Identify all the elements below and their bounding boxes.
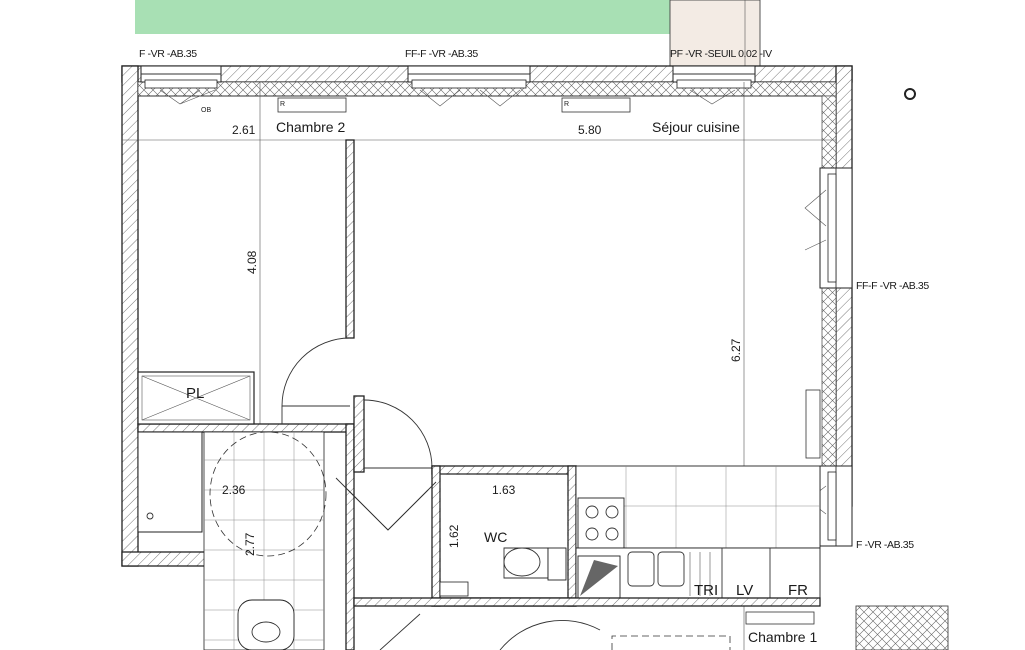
window-label-right-upper: FF-F -VR -AB.35 bbox=[856, 280, 929, 292]
dim-sejour-width: 5.80 bbox=[578, 123, 602, 137]
radiator-mark-ch2: R bbox=[280, 101, 285, 108]
dim-sejour-depth: 6.27 bbox=[729, 338, 743, 362]
partition-ch2 bbox=[345, 139, 355, 339]
partition-hall-top bbox=[353, 395, 365, 473]
floor-plan: Chambre 2 Séjour cuisine Chambre 1 WC PL… bbox=[121, 0, 949, 650]
appliance-tri: TRI bbox=[694, 582, 718, 599]
appliance-fr: FR bbox=[788, 582, 808, 599]
window-top-middle bbox=[407, 65, 531, 107]
bathroom bbox=[137, 431, 327, 650]
radiator-right bbox=[805, 389, 821, 459]
dim-ch2-width: 2.61 bbox=[232, 123, 256, 137]
dim-wc-width: 1.63 bbox=[492, 483, 516, 497]
partition-bottom bbox=[353, 597, 821, 607]
appliance-ob: OB bbox=[201, 107, 211, 114]
appliance-lv: LV bbox=[736, 582, 753, 599]
garden-area bbox=[135, 0, 670, 34]
door-entry bbox=[363, 399, 433, 469]
bed-outline bbox=[611, 635, 731, 650]
room-label-chambre2: Chambre 2 bbox=[276, 119, 345, 135]
room-label-placard: PL bbox=[186, 385, 204, 402]
window-right-upper bbox=[804, 167, 853, 289]
reference-circle-icon bbox=[904, 88, 916, 100]
door-chambre2 bbox=[281, 337, 351, 407]
door-chambre1 bbox=[499, 620, 601, 650]
window-label-right-lower: F -VR -AB.35 bbox=[856, 539, 914, 551]
partition-hall-vert bbox=[345, 423, 355, 650]
room-label-wc: WC bbox=[484, 529, 507, 545]
window-top-right bbox=[672, 65, 756, 105]
radiator-mark-sejour: R bbox=[564, 101, 569, 108]
room-label-sejour: Séjour cuisine bbox=[652, 119, 740, 135]
room-label-chambre1: Chambre 1 bbox=[748, 629, 817, 645]
terrace-grid bbox=[855, 605, 949, 650]
window-top-left bbox=[140, 65, 222, 105]
radiator-ch1 bbox=[745, 611, 815, 625]
partition-hall-left bbox=[137, 423, 355, 433]
dim-ch2-depth: 4.08 bbox=[245, 250, 259, 274]
radiator-sejour bbox=[561, 97, 631, 113]
dim-wc-depth: 1.62 bbox=[447, 524, 461, 548]
window-label-top-left: F -VR -AB.35 bbox=[139, 48, 197, 60]
window-label-top-middle: FF-F -VR -AB.35 bbox=[405, 48, 478, 60]
dim-bath-depth: 2.77 bbox=[243, 532, 257, 556]
window-label-top-right: PF -VR -SEUIL 0.02 -IV bbox=[670, 48, 772, 60]
dim-bath-width: 2.36 bbox=[222, 483, 246, 497]
radiator-ch2 bbox=[277, 97, 347, 113]
